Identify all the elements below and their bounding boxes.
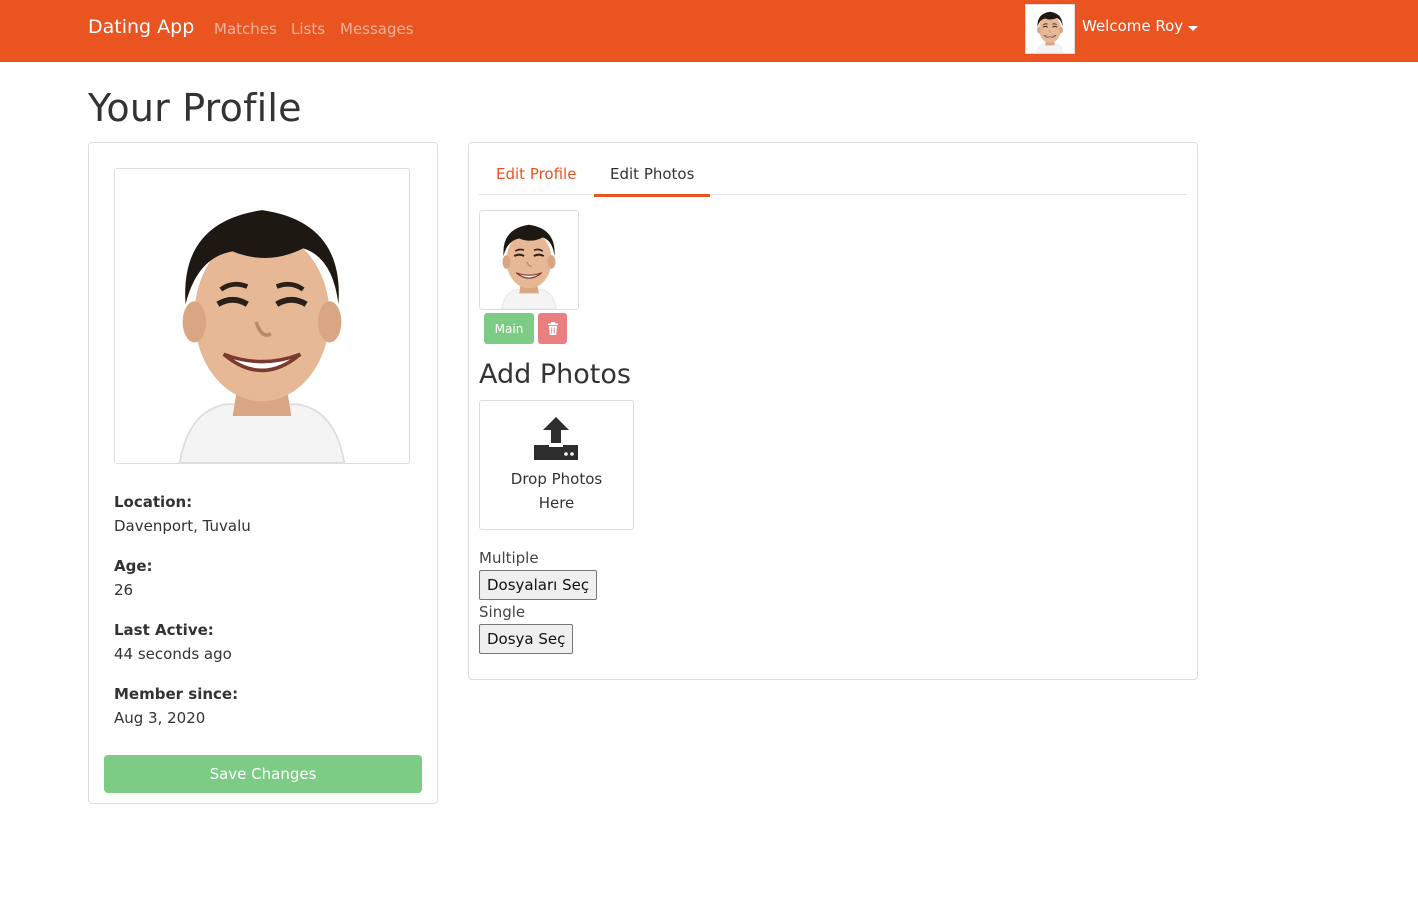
trash-icon	[547, 322, 558, 335]
member-since-label: Member since:	[114, 685, 239, 703]
page-title: Your Profile	[88, 86, 302, 130]
brand-link[interactable]: Dating App	[88, 16, 194, 38]
tab-edit-photos[interactable]: Edit Photos	[610, 165, 694, 183]
member-since-value: Aug 3, 2020	[114, 709, 206, 727]
edit-card: Edit Profile Edit Photos Main Add Photos…	[468, 142, 1198, 680]
profile-photo	[114, 168, 410, 464]
save-changes-button[interactable]: Save Changes	[104, 755, 422, 793]
chevron-down-icon[interactable]	[1188, 26, 1198, 31]
drop-photos-text: Drop Photos Here	[480, 467, 633, 515]
user-photo	[1026, 5, 1074, 53]
drop-text-line2: Here	[538, 494, 575, 512]
tab-edit-profile[interactable]: Edit Profile	[496, 165, 576, 183]
active-tab-indicator	[594, 194, 710, 197]
photo-thumbnail	[479, 210, 579, 310]
single-label: Single	[479, 603, 526, 621]
upload-icon	[534, 417, 578, 460]
profile-image	[115, 169, 409, 463]
nav-link-lists[interactable]: Lists	[291, 20, 325, 38]
last-active-value: 44 seconds ago	[114, 645, 232, 663]
nav-link-matches[interactable]: Matches	[214, 20, 277, 38]
delete-photo-button[interactable]	[538, 313, 567, 344]
multiple-file-input[interactable]: Dosyaları Seç	[479, 570, 598, 600]
thumbnail-image	[480, 211, 578, 309]
navbar: Dating App Matches Lists Messages Welcom…	[0, 0, 1418, 62]
tabs-divider	[479, 194, 1187, 195]
avatar[interactable]	[1025, 4, 1075, 54]
profile-card: Location: Davenport, Tuvalu Age: 26 Last…	[88, 142, 438, 804]
add-photos-heading: Add Photos	[479, 359, 631, 390]
photo-drop-zone[interactable]: Drop Photos Here	[479, 400, 634, 530]
location-label: Location:	[114, 493, 193, 511]
age-label: Age:	[114, 557, 153, 575]
nav-link-messages[interactable]: Messages	[340, 20, 414, 38]
set-main-button[interactable]: Main	[484, 313, 534, 344]
location-value: Davenport, Tuvalu	[114, 517, 251, 535]
drop-text-line1: Drop Photos	[510, 470, 603, 488]
last-active-label: Last Active:	[114, 621, 214, 639]
user-dropdown-toggle[interactable]: Welcome Roy	[1082, 17, 1183, 35]
single-file-input[interactable]: Dosya Seç	[479, 624, 574, 654]
multiple-label: Multiple	[479, 549, 539, 567]
age-value: 26	[114, 581, 134, 599]
